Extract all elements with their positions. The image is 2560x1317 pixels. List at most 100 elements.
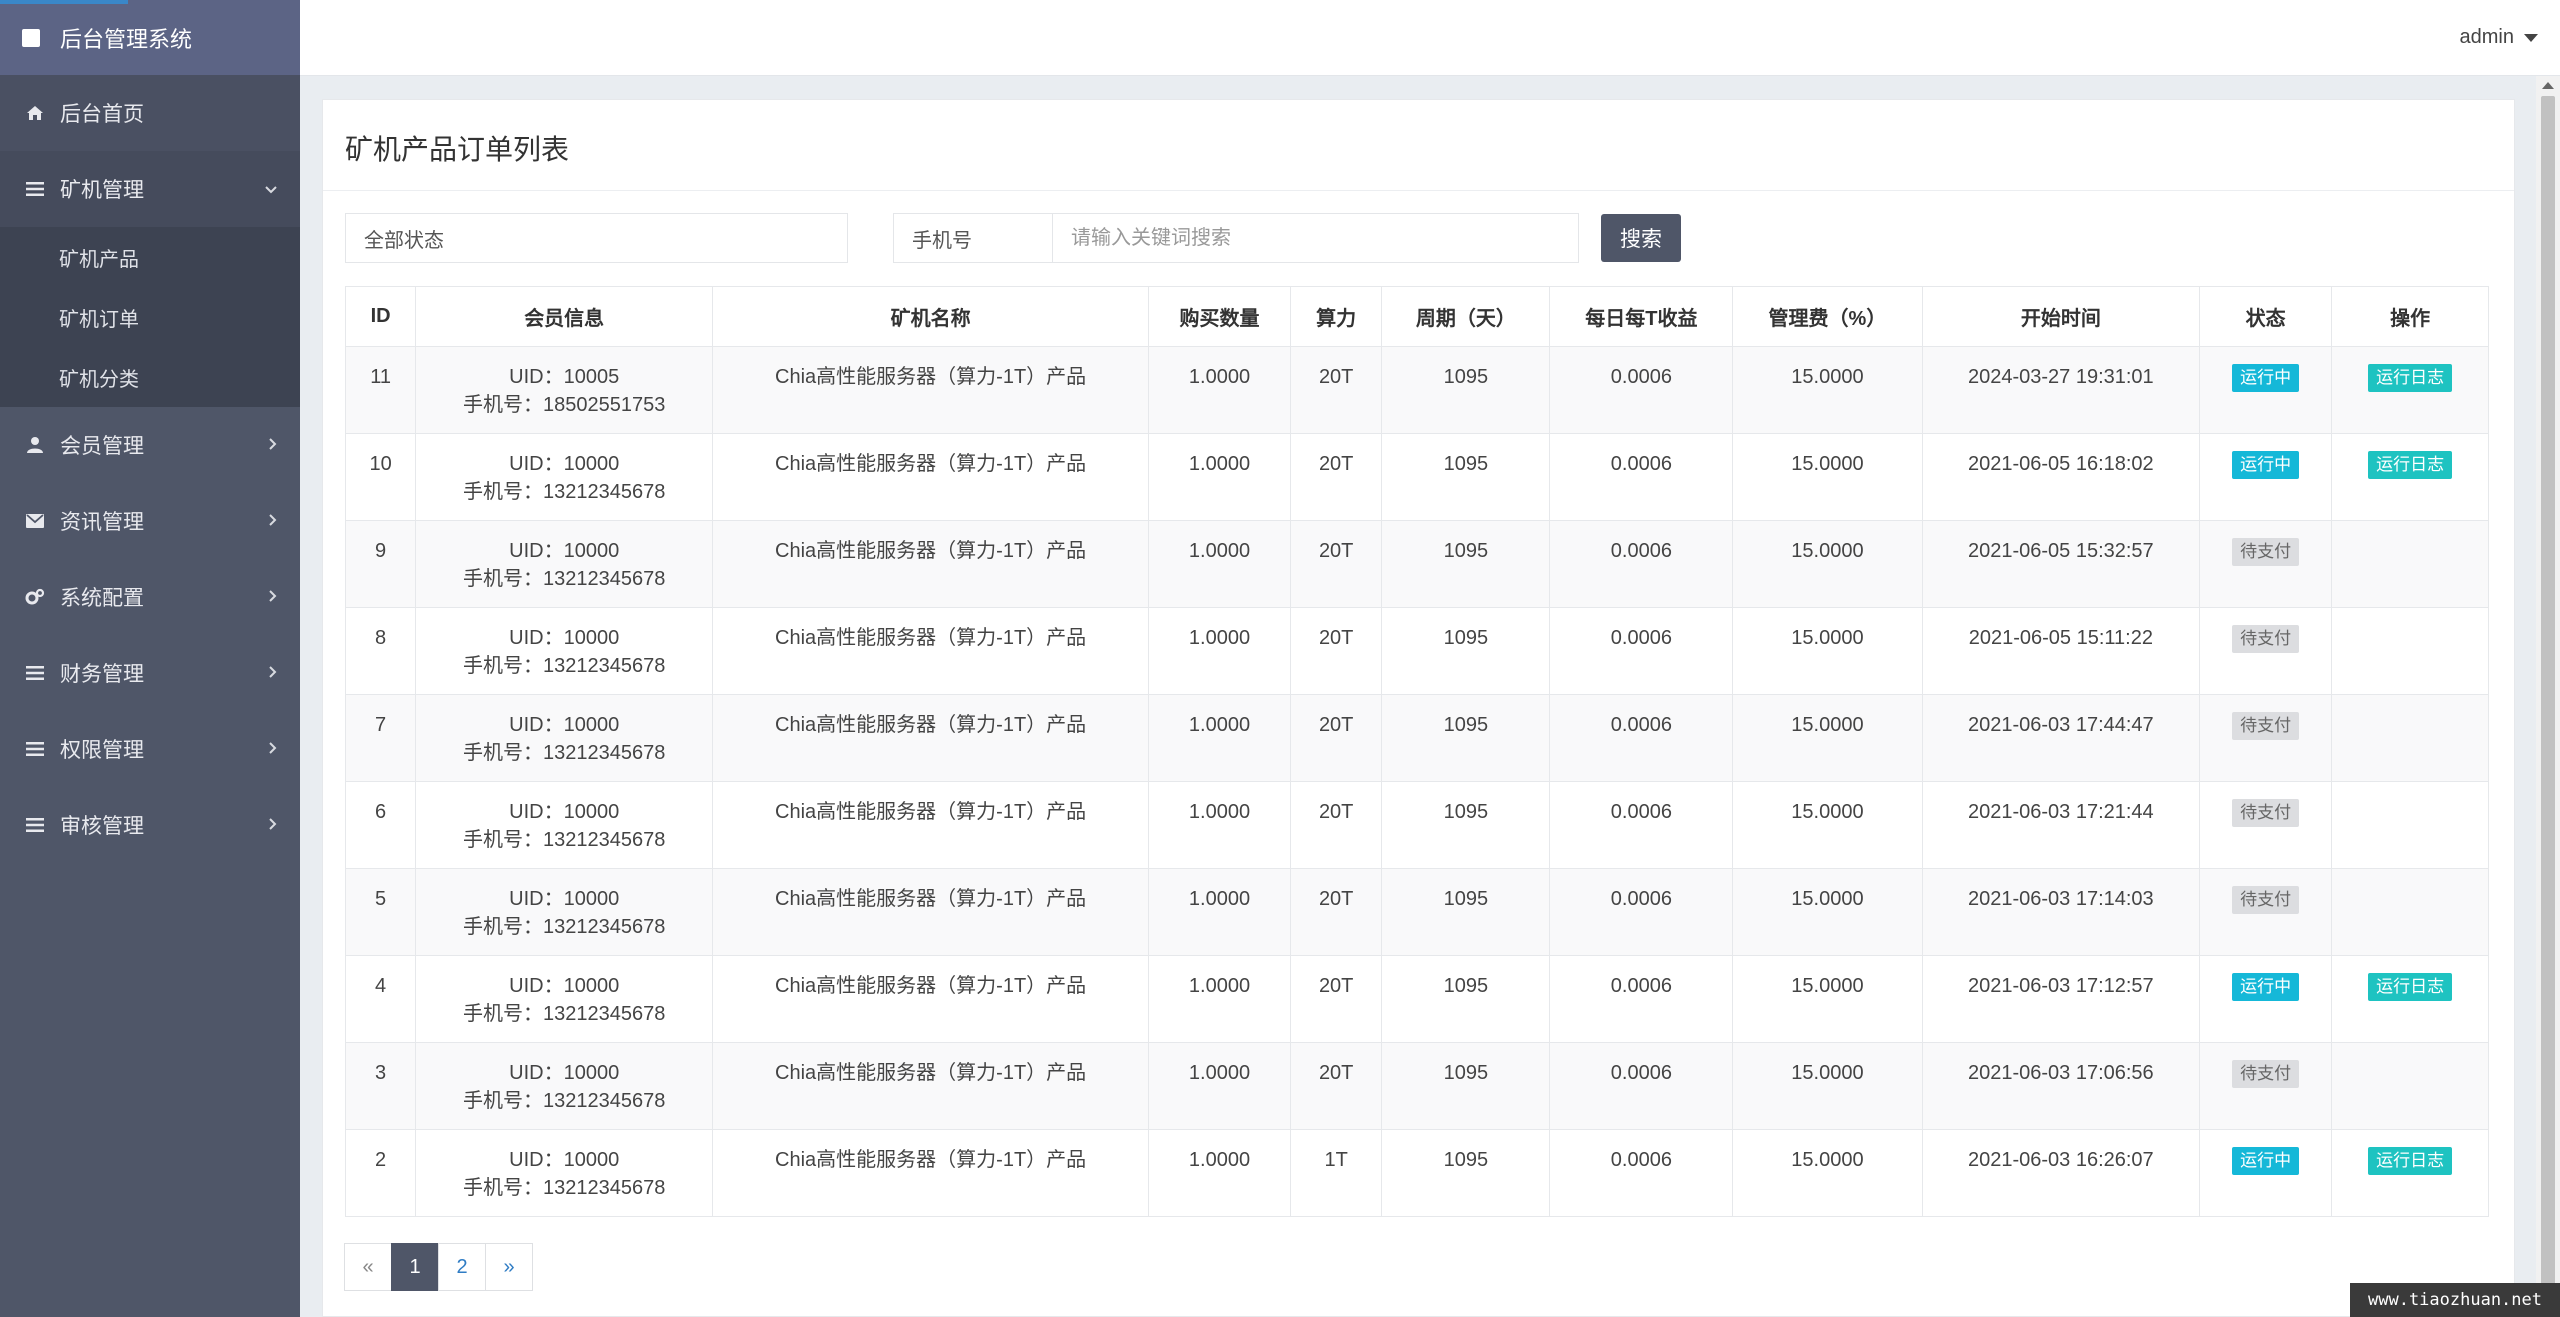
cell-start-time: 2021-06-03 17:21:44 — [1921, 781, 2201, 869]
cell-fee: 15.0000 — [1732, 346, 1923, 434]
cell-period: 1095 — [1381, 1042, 1551, 1130]
cell-fee: 15.0000 — [1732, 868, 1923, 956]
chevron-right-icon — [268, 509, 278, 533]
cell-daily-yield: 0.0006 — [1549, 346, 1734, 434]
sidebar-item-home[interactable]: 后台首页 — [0, 75, 300, 151]
cell-member: UID：10000 手机号：13212345678 — [415, 607, 714, 695]
cell-status: 待支付 — [2199, 694, 2333, 782]
user-menu[interactable]: admin — [2460, 26, 2538, 49]
keyword-search-input[interactable] — [1052, 213, 1579, 263]
cell-status: 运行中 — [2199, 955, 2333, 1043]
search-button[interactable]: 搜索 — [1601, 214, 1681, 262]
cell-miner-name: Chia高性能服务器（算力-1T）产品 — [712, 694, 1149, 782]
sidebar-item-permissions[interactable]: 权限管理 — [0, 711, 300, 787]
cell-quantity: 1.0000 — [1148, 1042, 1291, 1130]
sidebar-subitem-miner-categories[interactable]: 矿机分类 — [0, 347, 300, 407]
pagination-next[interactable]: » — [485, 1243, 533, 1291]
cell-period: 1095 — [1381, 607, 1551, 695]
submenu-miner-management: 矿机产品 矿机订单 矿机分类 — [0, 227, 300, 407]
cell-period: 1095 — [1381, 346, 1551, 434]
cell-fee: 15.0000 — [1732, 694, 1923, 782]
cell-quantity: 1.0000 — [1148, 955, 1291, 1043]
cell-miner-name: Chia高性能服务器（算力-1T）产品 — [712, 346, 1149, 434]
run-log-button[interactable]: 运行日志 — [2368, 1147, 2453, 1175]
username: admin — [2459, 26, 2514, 48]
pagination-page-2[interactable]: 2 — [438, 1243, 486, 1291]
page-title: 矿机产品订单列表 — [345, 134, 570, 165]
cell-daily-yield: 0.0006 — [1549, 868, 1734, 956]
top-header: admin — [300, 0, 2560, 76]
cell-quantity: 1.0000 — [1148, 694, 1291, 782]
cell-member: UID：10000 手机号：13212345678 — [415, 1129, 714, 1217]
chevron-right-icon — [268, 585, 278, 609]
cell-member: UID：10000 手机号：13212345678 — [415, 433, 714, 521]
cell-id: 11 — [344, 346, 417, 434]
cell-quantity: 1.0000 — [1148, 868, 1291, 956]
run-log-button[interactable]: 运行日志 — [2368, 364, 2453, 392]
search-field-select[interactable]: 手机号 — [893, 213, 1053, 263]
sidebar-item-label: 权限管理 — [60, 739, 144, 762]
column-header: 开始时间 — [1921, 286, 2201, 347]
cell-member: UID：10000 手机号：13212345678 — [415, 781, 714, 869]
sidebar-item-review[interactable]: 审核管理 — [0, 787, 300, 863]
home-icon — [24, 102, 46, 124]
table-row: 7 UID：10000 手机号：13212345678 Chia高性能服务器（算力-1… — [344, 694, 2489, 782]
cell-status: 运行中 — [2199, 433, 2333, 521]
sidebar-item-label: 后台首页 — [60, 103, 144, 126]
cell-miner-name: Chia高性能服务器（算力-1T）产品 — [712, 1129, 1149, 1217]
cell-status: 待支付 — [2199, 607, 2333, 695]
sidebar-item-finance[interactable]: 财务管理 — [0, 635, 300, 711]
column-header: ID — [344, 286, 417, 347]
sidebar-subitem-miner-orders[interactable]: 矿机订单 — [0, 287, 300, 347]
cell-start-time: 2021-06-03 17:44:47 — [1921, 694, 2201, 782]
column-header: 每日每T收益 — [1549, 286, 1734, 347]
sidebar-item-miner-management[interactable]: 矿机管理 — [0, 151, 300, 227]
cell-miner-name: Chia高性能服务器（算力-1T）产品 — [712, 955, 1149, 1043]
table-row: 10 UID：10000 手机号：13212345678 Chia高性能服务器（算力-… — [344, 433, 2489, 521]
list-icon — [24, 814, 46, 836]
cell-member: UID：10000 手机号：13212345678 — [415, 1042, 714, 1130]
cell-daily-yield: 0.0006 — [1549, 1042, 1734, 1130]
cell-fee: 15.0000 — [1732, 1042, 1923, 1130]
status-badge: 待支付 — [2232, 1060, 2300, 1088]
cell-hashrate: 20T — [1289, 346, 1383, 434]
member-phone: 手机号：13212345678 — [463, 568, 666, 590]
sidebar-subitem-miner-products[interactable]: 矿机产品 — [0, 227, 300, 287]
cell-member: UID：10000 手机号：13212345678 — [415, 520, 714, 608]
member-uid: UID：10000 — [509, 453, 620, 475]
scrollbar[interactable] — [2536, 76, 2560, 1317]
cell-hashrate: 20T — [1289, 868, 1383, 956]
cell-status: 待支付 — [2199, 868, 2333, 956]
orders-table: ID 会员信息 矿机名称 购买数量 算力 周期（天） 每日每T收益 管理费（%）… — [344, 286, 2489, 1217]
scroll-up-arrow-icon[interactable] — [2542, 82, 2554, 89]
cell-fee: 15.0000 — [1732, 433, 1923, 521]
column-header: 操作 — [2331, 286, 2489, 347]
cell-hashrate: 20T — [1289, 520, 1383, 608]
cell-quantity: 1.0000 — [1148, 433, 1291, 521]
status-badge: 待支付 — [2232, 886, 2300, 914]
cell-member: UID：10000 手机号：13212345678 — [415, 694, 714, 782]
sidebar-item-label: 资讯管理 — [60, 511, 144, 534]
run-log-button[interactable]: 运行日志 — [2368, 973, 2453, 1001]
pagination-page-1[interactable]: 1 — [391, 1243, 439, 1291]
pagination-prev[interactable]: « — [344, 1243, 392, 1291]
cell-member: UID：10000 手机号：13212345678 — [415, 955, 714, 1043]
run-log-button[interactable]: 运行日志 — [2368, 451, 2453, 479]
cell-start-time: 2021-06-03 17:14:03 — [1921, 868, 2201, 956]
column-header: 会员信息 — [415, 286, 714, 347]
column-header: 算力 — [1289, 286, 1383, 347]
member-uid: UID：10000 — [509, 1149, 620, 1171]
brand[interactable]: 后台管理系统 — [0, 0, 300, 75]
chevron-right-icon — [268, 433, 278, 457]
cell-member: UID：10000 手机号：13212345678 — [415, 868, 714, 956]
scroll-thumb[interactable] — [2541, 96, 2555, 1286]
status-select[interactable]: 全部状态 — [345, 213, 848, 263]
sidebar-item-members[interactable]: 会员管理 — [0, 407, 300, 483]
member-phone: 手机号：18502551753 — [463, 394, 666, 416]
column-header: 购买数量 — [1148, 286, 1291, 347]
sidebar-item-system-config[interactable]: 系统配置 — [0, 559, 300, 635]
cell-period: 1095 — [1381, 781, 1551, 869]
cell-actions: 运行日志 — [2331, 1129, 2489, 1217]
sidebar-item-news[interactable]: 资讯管理 — [0, 483, 300, 559]
cell-status: 运行中 — [2199, 346, 2333, 434]
